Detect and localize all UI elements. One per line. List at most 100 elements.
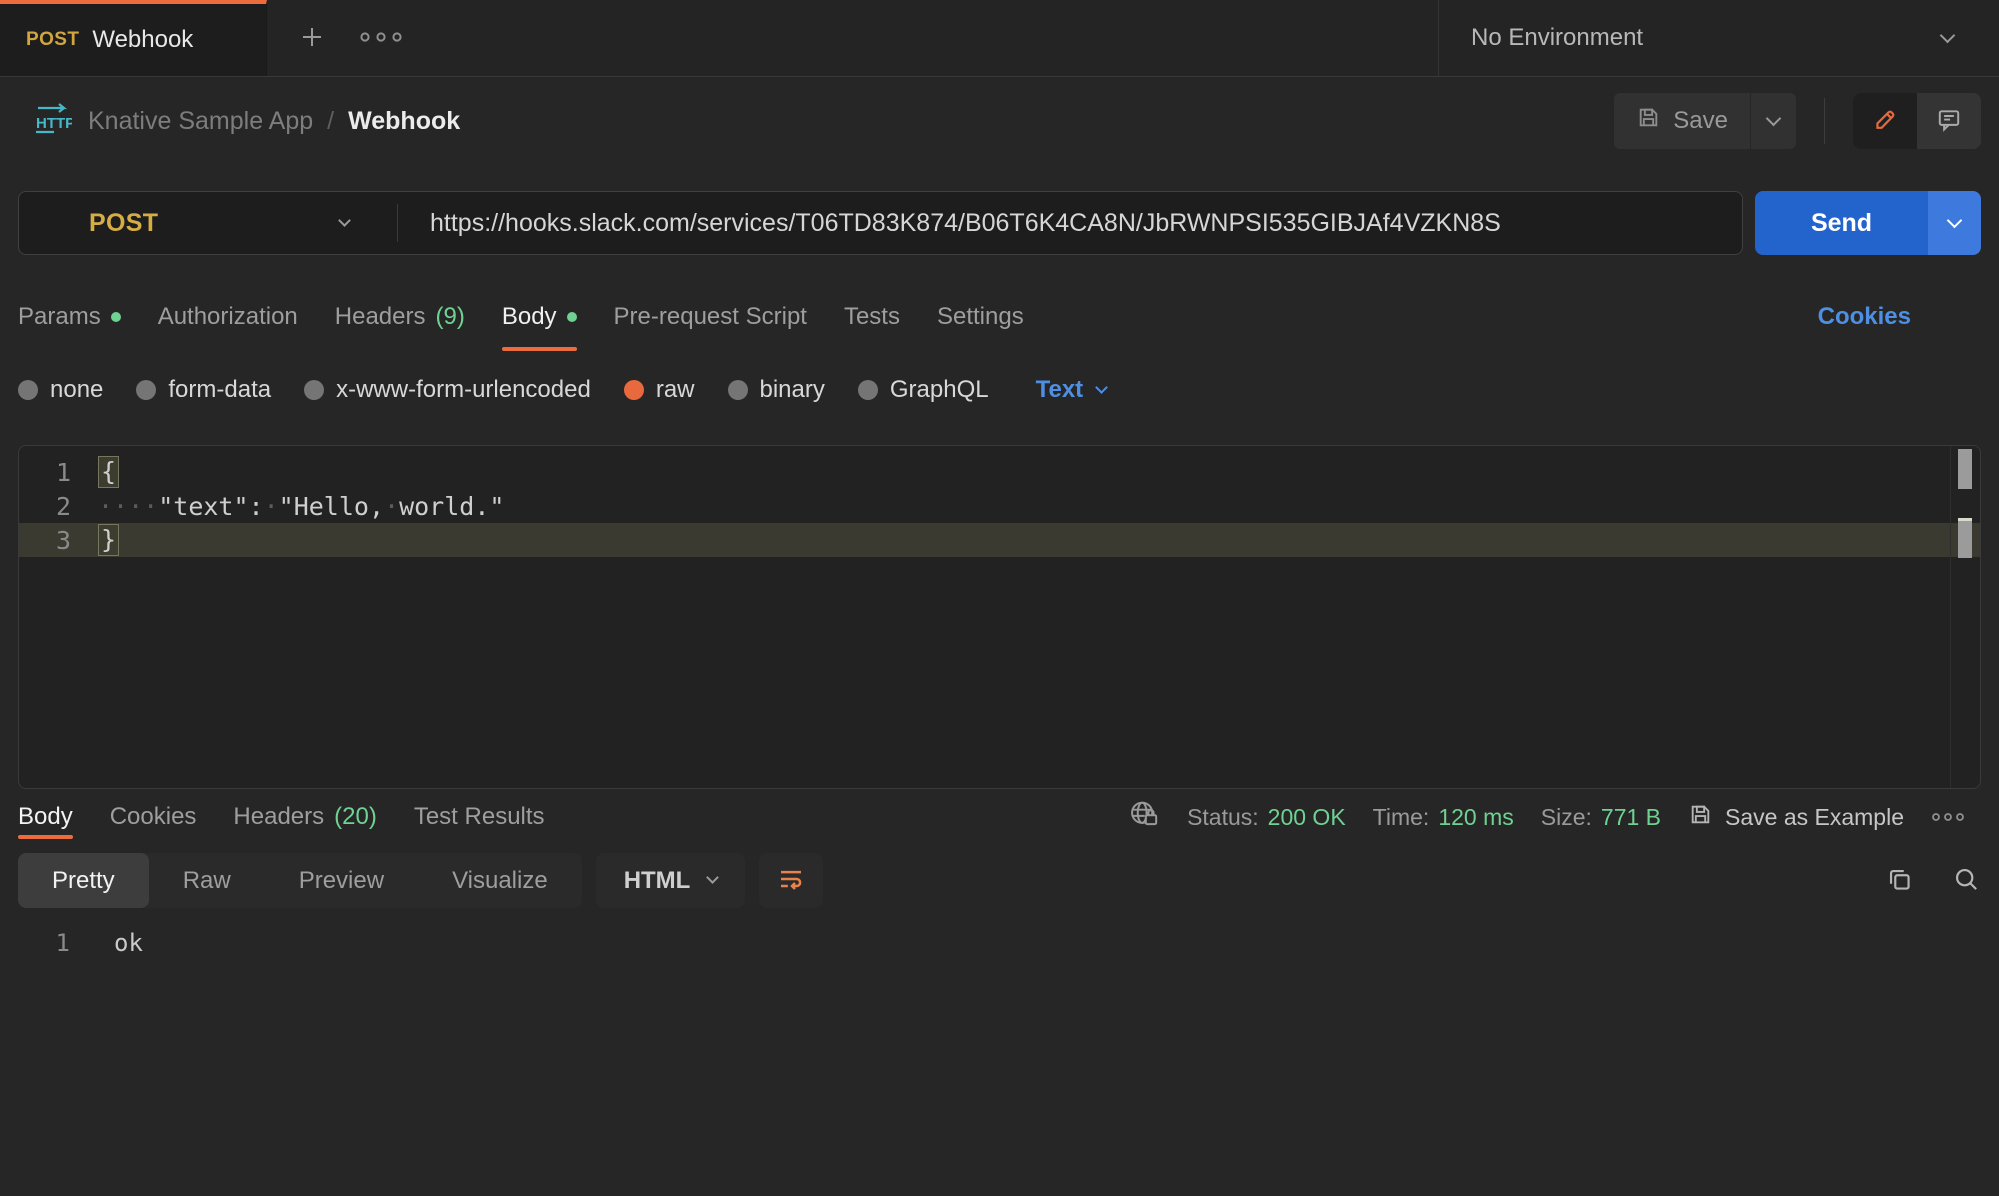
tab-label: Body — [18, 803, 73, 831]
method-select[interactable]: POST — [19, 209, 397, 238]
response-tab-body[interactable]: Body — [18, 789, 73, 845]
response-meta: Status: 200 OK Time: 120 ms Size: 771 B … — [1128, 798, 1965, 836]
raw-format-select[interactable]: Text — [1036, 376, 1107, 404]
breadcrumb-collection[interactable]: Knative Sample App — [88, 107, 313, 136]
size-badge: Size: 771 B — [1541, 804, 1661, 831]
view-visualize[interactable]: Visualize — [418, 853, 582, 908]
response-toolbar: Pretty Raw Preview Visualize HTML — [18, 853, 1981, 908]
url-row: POST https://hooks.slack.com/services/T0… — [18, 191, 1981, 255]
code-text: ····"text":·"Hello,·world." — [98, 492, 504, 521]
json-key: "text": — [158, 492, 263, 521]
response-options-button[interactable] — [1931, 810, 1965, 825]
radio-icon — [18, 380, 38, 400]
tab-authorization[interactable]: Authorization — [158, 303, 298, 351]
response-format-select[interactable]: HTML — [596, 853, 746, 908]
environment-selector[interactable]: No Environment — [1438, 0, 1999, 76]
save-as-example-button[interactable]: Save as Example — [1688, 802, 1904, 833]
search-button[interactable] — [1952, 865, 1981, 897]
plus-icon — [297, 22, 327, 55]
network-info-icon[interactable] — [1128, 798, 1160, 836]
radio-label: binary — [760, 376, 825, 404]
tab-method-badge: POST — [26, 29, 79, 51]
line-number: 1 — [18, 929, 70, 957]
open-brace: { — [98, 456, 119, 488]
save-icon — [1636, 105, 1661, 137]
request-header: HTTP Knative Sample App / Webhook Save — [0, 77, 1999, 165]
radio-none[interactable]: none — [18, 376, 103, 404]
tab-settings[interactable]: Settings — [937, 303, 1024, 351]
radio-form-data[interactable]: form-data — [136, 376, 271, 404]
copy-icon — [1885, 865, 1914, 897]
radio-x-www-form-urlencoded[interactable]: x-www-form-urlencoded — [304, 376, 591, 404]
view-preview[interactable]: Preview — [265, 853, 418, 908]
view-pretty[interactable]: Pretty — [18, 853, 149, 908]
tab-label: Cookies — [110, 803, 197, 831]
radio-binary[interactable]: binary — [728, 376, 825, 404]
line-number: 1 — [19, 458, 71, 487]
environment-label: No Environment — [1471, 24, 1643, 52]
chevron-down-icon — [1940, 27, 1956, 43]
url-container: POST https://hooks.slack.com/services/T0… — [18, 191, 1743, 255]
response-tab-cookies[interactable]: Cookies — [110, 789, 197, 845]
new-tab-button[interactable] — [297, 22, 327, 55]
send-options-button[interactable] — [1928, 191, 1981, 255]
search-icon — [1952, 865, 1981, 897]
tab-label: Body — [502, 303, 557, 331]
tab-label: Headers — [233, 803, 324, 831]
request-body-editor[interactable]: 1 { 2 ····"text":·"Hello,·world." 3 } — [18, 445, 1981, 789]
edit-mode-button[interactable] — [1853, 93, 1917, 149]
params-active-dot — [111, 312, 121, 322]
request-tabs: Params Authorization Headers (9) Body Pr… — [18, 303, 1981, 351]
editor-scrollbar[interactable] — [1950, 446, 1980, 788]
url-input[interactable]: https://hooks.slack.com/services/T06TD83… — [398, 209, 1742, 238]
code-text: } — [98, 524, 119, 556]
response-tab-test-results[interactable]: Test Results — [414, 789, 545, 845]
tab-tests[interactable]: Tests — [844, 303, 900, 351]
chevron-down-icon — [1095, 381, 1108, 394]
breadcrumb-request-name[interactable]: Webhook — [348, 107, 460, 136]
pencil-icon — [1872, 107, 1898, 136]
tab-params[interactable]: Params — [18, 303, 121, 351]
svg-text:HTTP: HTTP — [36, 115, 72, 132]
tab-bar: POST Webhook No Environment — [0, 0, 1999, 77]
raw-format-label: Text — [1036, 376, 1084, 404]
tab-body[interactable]: Body — [502, 303, 577, 351]
method-label: POST — [89, 209, 158, 238]
body-active-dot — [567, 312, 577, 322]
tab-pre-request-script[interactable]: Pre-request Script — [614, 303, 807, 351]
comments-button[interactable] — [1917, 93, 1981, 149]
body-type-row: none form-data x-www-form-urlencoded raw… — [18, 375, 1981, 405]
size-label: Size: — [1541, 804, 1592, 831]
whitespace-dots: ···· — [98, 492, 158, 521]
cookies-link[interactable]: Cookies — [1818, 303, 1911, 331]
response-tab-headers[interactable]: Headers (20) — [233, 789, 376, 845]
tab-label: Params — [18, 303, 101, 331]
tab-headers[interactable]: Headers (9) — [335, 303, 465, 351]
save-button[interactable]: Save — [1614, 93, 1750, 149]
save-button-group: Save — [1614, 93, 1796, 149]
radio-icon — [858, 380, 878, 400]
send-button[interactable]: Send — [1755, 191, 1928, 255]
radio-graphql[interactable]: GraphQL — [858, 376, 989, 404]
request-tab[interactable]: POST Webhook — [0, 0, 267, 76]
response-body[interactable]: 1 ok — [18, 926, 1981, 960]
ellipsis-icon — [359, 31, 403, 46]
breadcrumb: Knative Sample App / Webhook — [88, 107, 460, 136]
postman-app: { "tabbar": { "tab": { "method": "POST",… — [0, 0, 1999, 1196]
code-text: { — [98, 456, 119, 488]
line-number: 2 — [19, 492, 71, 521]
save-options-button[interactable] — [1750, 93, 1796, 149]
json-value: world." — [399, 492, 504, 521]
scrollbar-marker — [1958, 518, 1972, 558]
view-raw[interactable]: Raw — [149, 853, 265, 908]
response-content: ok — [114, 929, 143, 957]
tab-options-button[interactable] — [359, 31, 403, 46]
tab-label: Settings — [937, 303, 1024, 331]
copy-button[interactable] — [1885, 865, 1914, 897]
status-label: Status: — [1187, 804, 1259, 831]
scrollbar-thumb[interactable] — [1958, 449, 1972, 489]
radio-raw[interactable]: raw — [624, 376, 695, 404]
wrap-text-button[interactable] — [759, 853, 823, 908]
line-number: 3 — [19, 526, 71, 555]
size-value: 771 B — [1601, 804, 1661, 831]
